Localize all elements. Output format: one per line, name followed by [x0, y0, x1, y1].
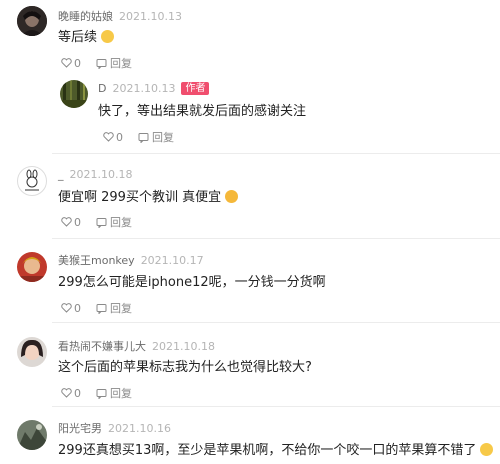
like-count: 0 — [116, 130, 123, 144]
comment-text: 299怎么可能是iphone12呢，一分钱一分货啊 — [58, 275, 326, 290]
divider — [52, 238, 500, 239]
avatar[interactable] — [17, 252, 47, 282]
comment-meta: 美猴王monkey 2021.10.17 — [58, 252, 204, 268]
reply-icon[interactable] — [95, 387, 107, 399]
comment-item: 看热闹不嫌事儿大 2021.10.18 这个后面的苹果标志我为什么也觉得比较大? … — [0, 331, 500, 406]
comment-item: 阳光宅男 2021.10.16 299还真想买13啊，至少是苹果机啊，不给你一个咬… — [0, 412, 500, 464]
comment-date: 2021.10.17 — [140, 254, 204, 267]
smirk-emoji — [101, 30, 115, 43]
comment-date: 2021.10.13 — [112, 82, 176, 95]
avatar[interactable] — [17, 6, 47, 36]
username[interactable]: _ — [58, 168, 64, 181]
comment-actions: 0 回复 — [60, 385, 132, 401]
sweat-smile-emoji — [480, 443, 494, 456]
comment-actions: 0 回复 — [60, 214, 132, 230]
comment-item: _ 2021.10.18 便宜啊 299买个教训 真便宜 0 回复 — [0, 160, 500, 235]
comment-meta: _ 2021.10.18 — [58, 168, 132, 181]
avatar[interactable] — [60, 80, 88, 108]
comment-date: 2021.10.18 — [152, 340, 215, 353]
comment-actions: 0 回复 — [60, 55, 132, 71]
username[interactable]: 美猴王monkey — [58, 254, 135, 267]
comment-item: 美猴王monkey 2021.10.17 299怎么可能是iphone12呢，一分… — [0, 244, 500, 324]
username[interactable]: 晚睡的姑娘 — [58, 10, 113, 23]
avatar[interactable] — [17, 420, 47, 450]
reply-button[interactable]: 回复 — [152, 129, 174, 145]
like-count: 0 — [74, 301, 81, 315]
divider — [52, 322, 500, 323]
reply-button[interactable]: 回复 — [110, 55, 132, 71]
comment-meta: 晚睡的姑娘 2021.10.13 — [58, 8, 182, 24]
heart-icon[interactable] — [60, 216, 72, 228]
comment-body: 便宜啊 299买个教训 真便宜 — [58, 190, 222, 205]
author-badge: 作者 — [181, 82, 210, 95]
like-count: 0 — [74, 56, 81, 70]
comment-meta: 看热闹不嫌事儿大 2021.10.18 — [58, 338, 215, 354]
reply-button[interactable]: 回复 — [110, 385, 132, 401]
heart-icon[interactable] — [60, 387, 72, 399]
reply-meta: D 2021.10.13 作者 — [98, 82, 210, 95]
like-count: 0 — [74, 386, 81, 400]
comment-text: 便宜啊 299买个教训 真便宜 — [58, 186, 239, 205]
username[interactable]: 阳光宅男 — [58, 422, 102, 435]
comment-date: 2021.10.16 — [108, 422, 171, 435]
divider — [52, 153, 500, 154]
avatar[interactable] — [17, 166, 47, 196]
comment-actions: 0 回复 — [60, 300, 132, 316]
reply-icon[interactable] — [95, 57, 107, 69]
heart-icon[interactable] — [60, 302, 72, 314]
laughing-emoji — [225, 190, 239, 203]
reply-actions: 0 回复 — [102, 129, 174, 145]
heart-icon[interactable] — [102, 131, 114, 143]
reply-button[interactable]: 回复 — [110, 300, 132, 316]
comment-date: 2021.10.13 — [119, 10, 182, 23]
username[interactable]: D — [98, 82, 106, 95]
reply-text: 快了，等出结果就发后面的感谢关注 — [98, 104, 307, 119]
comment-body: 等后续 — [58, 30, 98, 45]
reply-button[interactable]: 回复 — [110, 214, 132, 230]
comment-meta: 阳光宅男 2021.10.16 — [58, 420, 171, 436]
reply-icon[interactable] — [95, 216, 107, 228]
comment-item: 晚睡的姑娘 2021.10.13 等后续 0 回复 D 2021.10.13 作者 快… — [0, 0, 500, 150]
comment-body: 299还真想买13啊，至少是苹果机啊，不给你一个咬一口的苹果算不错了 — [58, 443, 477, 458]
comment-text: 这个后面的苹果标志我为什么也觉得比较大? — [58, 360, 312, 375]
comment-text: 299还真想买13啊，至少是苹果机啊，不给你一个咬一口的苹果算不错了 — [58, 439, 494, 458]
divider — [52, 406, 500, 407]
reply-icon[interactable] — [95, 302, 107, 314]
comment-text: 等后续 — [58, 26, 115, 45]
comment-date: 2021.10.18 — [69, 168, 133, 181]
like-count: 0 — [74, 215, 81, 229]
reply-icon[interactable] — [137, 131, 149, 143]
heart-icon[interactable] — [60, 57, 72, 69]
username[interactable]: 看热闹不嫌事儿大 — [58, 340, 146, 353]
avatar[interactable] — [17, 337, 47, 367]
